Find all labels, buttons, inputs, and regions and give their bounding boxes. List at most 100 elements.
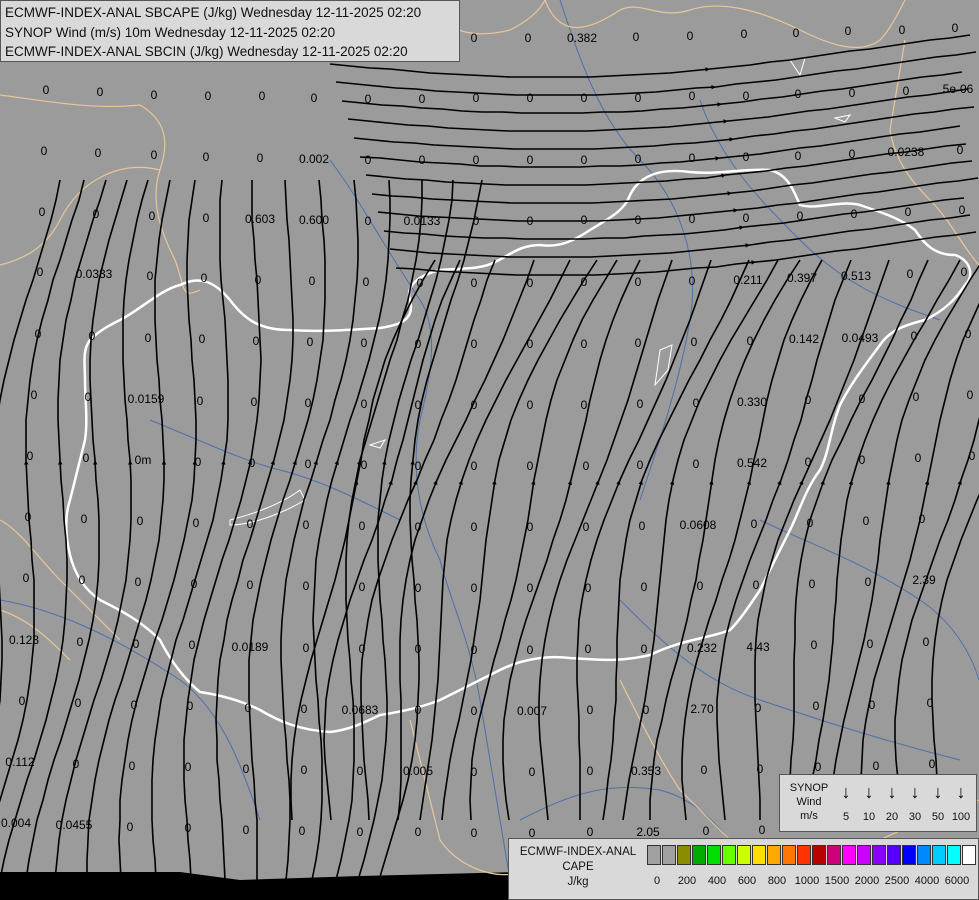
sbcape-value: 0: [471, 276, 478, 290]
sbcape-value: 0: [93, 207, 100, 221]
sbcape-value: 0: [583, 459, 590, 473]
sbcape-value: 0: [365, 92, 372, 106]
sbcape-value: 0: [691, 335, 698, 349]
sbcape-value: 2.05: [636, 825, 660, 839]
sbcape-value: 0.353: [631, 764, 661, 778]
wind-step-label: 100: [951, 811, 971, 823]
sbcape-value: 0: [197, 394, 204, 408]
sbcape-value: 0: [199, 332, 206, 346]
sbcape-value: 0: [151, 148, 158, 162]
sbcape-value: 0: [35, 327, 42, 341]
sbcape-value: 0: [73, 757, 80, 771]
sbcape-value: 0: [795, 87, 802, 101]
sbcape-value: 0: [635, 336, 642, 350]
cape-color-swatch: [752, 845, 766, 865]
sbcape-value: 0.542: [737, 456, 767, 470]
sbcape-value: 0: [95, 146, 102, 160]
sbcape-value: 2.70: [690, 702, 714, 716]
wind-legend-title: SYNOP Wind m/s: [784, 781, 834, 823]
sbcape-value: 0: [43, 83, 50, 97]
sbcape-value: 0: [303, 641, 310, 655]
cape-color-swatch: [782, 845, 796, 865]
sbcape-value: 0: [299, 824, 306, 838]
sbcape-value: 0: [415, 642, 422, 656]
wind-legend-steps: ↓ 5 ↓ 10 ↓ 20 ↓ 30 ↓ 50 ↓ 100: [836, 779, 974, 829]
sbcape-value: 0: [149, 209, 156, 223]
sbcape-value: 0: [527, 459, 534, 473]
sbcape-value: 0: [243, 823, 250, 837]
sbcape-value: 0: [581, 275, 588, 289]
sbcape-value: 0: [873, 759, 880, 773]
sbcape-value: 0: [585, 581, 592, 595]
sbcape-value: 4.43: [746, 640, 770, 654]
sbcape-value: 0: [25, 510, 32, 524]
sbcape-value: 0: [793, 26, 800, 40]
sbcape-value: 0: [147, 269, 154, 283]
sbcape-value: 0.112: [5, 755, 34, 769]
cape-color-swatch: [842, 845, 856, 865]
cape-color-swatch: [857, 845, 871, 865]
sbcape-value: 0: [195, 455, 202, 469]
sbcape-value: 0: [83, 451, 90, 465]
sbcape-value: 0: [587, 764, 594, 778]
sbcape-value: 0: [743, 211, 750, 225]
sbcape-value: 0.007: [517, 704, 547, 718]
sbcape-value: 0: [693, 396, 700, 410]
sbcape-value: 0: [251, 395, 258, 409]
sbcape-value: 0: [39, 205, 46, 219]
sbcape-value: 0: [79, 573, 86, 587]
cape-color-swatch: [677, 845, 691, 865]
sbcape-value: 0: [473, 214, 480, 228]
sbcape-value: 0: [303, 579, 310, 593]
sbcape-value: 0: [643, 703, 650, 717]
sbcape-value: 0: [41, 144, 48, 158]
sbcape-value: 0: [635, 91, 642, 105]
sbcape-value: 0: [471, 520, 478, 534]
sbcape-value: 0: [419, 153, 426, 167]
sbcape-value: 0: [363, 275, 370, 289]
cape-color-swatch: [887, 845, 901, 865]
sbcape-value: 0: [703, 824, 710, 838]
sbcape-value: 0: [527, 153, 534, 167]
sbcape-value: 0.0683: [342, 703, 379, 717]
cape-legend-title-line1: ECMWF-INDEX-ANAL: [519, 846, 637, 858]
sbcape-value: 0: [637, 397, 644, 411]
sbcape-value: 0: [37, 265, 44, 279]
cape-color-swatch: [737, 845, 751, 865]
sbcape-value: 0: [635, 152, 642, 166]
sbcape-value: 0: [755, 701, 762, 715]
sbcape-value: 0: [243, 762, 250, 776]
sbcape-value: 0: [359, 580, 366, 594]
sbcape-value: 0: [187, 699, 194, 713]
sbcape-value: 0.123: [9, 633, 39, 647]
sbcape-value: 0: [585, 642, 592, 656]
sbcape-value: 0: [911, 329, 918, 343]
sbcape-value: 0: [415, 581, 422, 595]
sbcape-value: 0: [19, 694, 26, 708]
sbcape-value: 0: [357, 764, 364, 778]
cape-color-swatch: [932, 845, 946, 865]
sbcape-value: 0: [957, 143, 964, 157]
cape-color-swatch: [692, 845, 706, 865]
sbcape-value: 0: [257, 151, 264, 165]
sbcape-value: 0: [127, 820, 134, 834]
sbcape-value: 0: [471, 398, 478, 412]
sbcape-value: 0: [255, 273, 262, 287]
sbcape-value: 0: [641, 580, 648, 594]
sbcape-value: 0: [587, 825, 594, 839]
sbcape-value: 0: [689, 212, 696, 226]
map-canvas[interactable]: 0 0 0 0 0 0 0 0 0 0 0 0 0 0 0 0 0 5e-06 0 0 0.382 0 0 0 0 0 0 0 0 0 0 0…: [0, 0, 979, 900]
down-arrow-icon: ↓: [864, 782, 874, 802]
cape-legend-title-line3: J/kg: [567, 876, 589, 888]
sbcape-value: 0: [753, 578, 760, 592]
down-arrow-icon: ↓: [841, 782, 851, 802]
sbcape-value: 0: [747, 334, 754, 348]
sbcape-value: 0: [641, 642, 648, 656]
cape-legend-title: ECMWF-INDEX-ANAL CAPE J/kg: [513, 845, 643, 890]
cape-color-swatch: [647, 845, 661, 865]
sbcape-value: 0: [365, 153, 372, 167]
sbcape-value: 0: [473, 153, 480, 167]
cape-color-swatch: [662, 845, 676, 865]
sbcape-value: 0: [471, 31, 478, 45]
sbcape-value: 0.382: [567, 31, 597, 45]
